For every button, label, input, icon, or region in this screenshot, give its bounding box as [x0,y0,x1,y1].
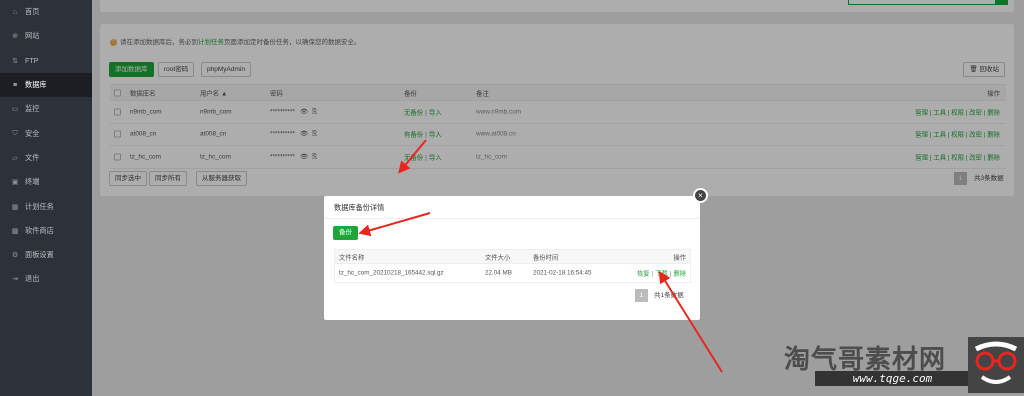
sidebar-item-label: 退出 [25,274,40,284]
header-size: 文件大小 [485,254,511,261]
sidebar-item[interactable]: ⌂ 首页 [0,0,92,24]
backup-size: 22.04 MB [485,269,512,277]
watermark-logo [968,337,1024,393]
folder-icon: ▱ [12,154,18,162]
sidebar-item-label: 终端 [25,177,40,187]
sidebar-item-label: 首页 [25,7,40,17]
monitor-icon: ▭ [11,106,19,114]
backup-button[interactable]: 备份 [333,226,358,240]
sidebar-item[interactable]: ▦ 计划任务 [0,194,92,218]
sidebar-item-label: 数据库 [25,80,47,90]
backup-filename: tz_hc_com_20210218_165442.sql.gz [339,269,444,277]
sidebar-item-label: 计划任务 [25,201,54,211]
sidebar-item[interactable]: ⇅ FTP [0,49,92,73]
shield-icon: ⛉ [12,129,18,137]
sidebar-item[interactable]: ▭ 监控 [0,97,92,121]
sidebar-item[interactable]: ▩ 软件商店 [0,219,92,243]
header-time: 备份时间 [533,254,559,261]
logout-icon: ⇥ [12,276,18,284]
backup-table-header: 文件名称 文件大小 备份时间 操作 [335,250,690,264]
delete-link[interactable]: 删除 [673,271,686,278]
sidebar-item[interactable]: ⚙ 面板设置 [0,243,92,267]
close-icon[interactable]: × [693,188,708,203]
sidebar-item[interactable]: ⊕ 网站 [0,24,92,48]
calendar-icon: ▦ [11,203,19,211]
modal-page-number[interactable]: 1 [635,289,648,302]
terminal-icon: ▣ [11,179,19,187]
sidebar-item[interactable]: ▣ 终端 [0,170,92,194]
download-link[interactable]: 下载 [655,271,668,278]
sidebar-item-label: 软件商店 [25,225,54,235]
glasses-logo-icon [968,337,1024,393]
sidebar-item[interactable]: ▱ 文件 [0,146,92,170]
home-icon: ⌂ [12,8,18,16]
sidebar-item-label: 安全 [25,128,40,138]
sidebar-item-label: 监控 [25,104,40,114]
modal-title: 数据库备份详情 [334,203,385,212]
ftp-icon: ⇅ [12,57,18,65]
sidebar-item-label: 面板设置 [25,250,54,260]
watermark: 淘气哥素材网 www.tqge.com [760,337,1024,396]
ops-separator: | [651,270,654,278]
backup-details-modal: 数据库备份详情 备份 文件名称 文件大小 备份时间 操作 tz_hc_com_2… [324,196,700,320]
sidebar: ⌂ 首页 ⊕ 网站 ⇅ FTP ≡ 数据库 ▭ 监控 ⛉ 安全 ▱ 文件 ▣ 终端 ▦ 计划任务 ▩ 软件商店 ⚙ 面板设… [0,0,92,396]
backup-table: 文件名称 文件大小 备份时间 操作 tz_hc_com_20210218_165… [334,249,691,283]
sidebar-item[interactable]: ⛉ 安全 [0,121,92,145]
modal-divider [324,218,700,219]
header-ops: 操作 [673,254,686,261]
database-icon: ≡ [12,81,18,89]
watermark-url: www.tqge.com [815,371,970,386]
sidebar-item[interactable]: ≡ 数据库 [0,72,92,98]
sidebar-item-label: FTP [25,56,39,66]
header-file: 文件名称 [339,254,365,261]
grid-icon: ▩ [11,227,19,235]
settings-icon: ⚙ [11,252,19,260]
ops-separator: | [669,270,672,278]
modal-total-count: 共1条数据 [654,292,684,299]
sidebar-item-label: 文件 [25,152,40,162]
sidebar-item-label: 网站 [25,31,40,41]
globe-icon: ⊕ [12,33,18,41]
backup-time: 2021-02-18 16:54:45 [533,269,592,277]
restore-link[interactable]: 恢复 [637,271,650,278]
backup-row: tz_hc_com_20210218_165442.sql.gz 22.04 M… [335,264,690,282]
backup-ops: 恢复 | 下载 | 删除 [637,269,686,278]
sidebar-item[interactable]: ⇥ 退出 [0,267,92,291]
